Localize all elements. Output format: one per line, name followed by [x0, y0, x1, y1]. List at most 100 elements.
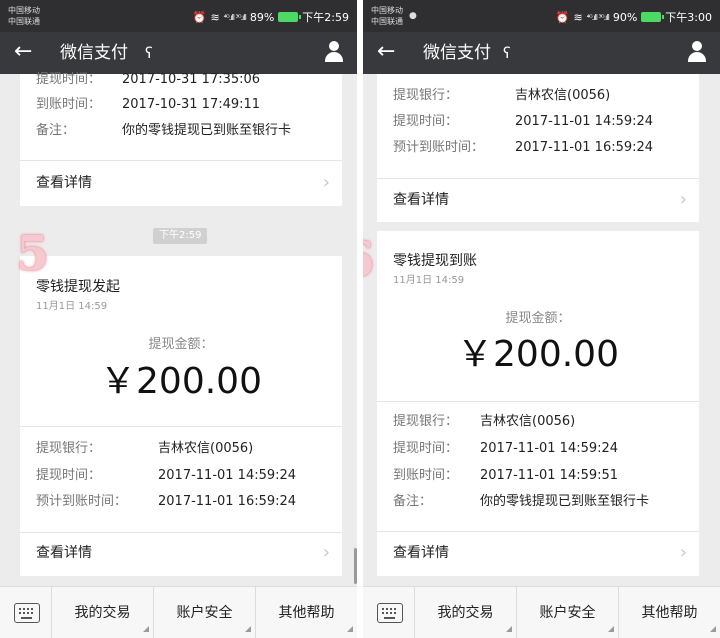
view-details-link[interactable]: 查看详情: [393, 543, 449, 563]
row-value: 吉林农信(0056): [158, 441, 254, 456]
user-icon[interactable]: [323, 40, 345, 64]
divider: [377, 401, 699, 402]
row-value: 吉林农信(0056): [480, 414, 576, 429]
battery-percent: 89%: [249, 10, 275, 24]
status-indicators: ⏰ ≋ ⁴ᴳ.ıll ³ᴳ.ıll 90% 下午3:00: [556, 9, 712, 25]
divider: [20, 426, 342, 427]
row-value: 吉林农信(0056): [515, 88, 611, 103]
timestamp-pill: 下午2:59: [153, 228, 208, 244]
menu-account-security[interactable]: 账户安全: [154, 587, 256, 638]
page-title: 微信支付: [60, 43, 128, 63]
row-label: 提现时间：: [393, 441, 459, 456]
card-title: 零钱提现到账: [393, 253, 477, 269]
left-phone-screen: 中国移动 中国联通 ⏰ ≋ ⁴ᴳ.ıll ³ᴳ.ıll 89% 下午2:59 ←…: [0, 0, 357, 638]
amount-label: 提现金额：: [148, 337, 214, 352]
menu-label: 账户安全: [176, 605, 233, 621]
chevron-right-icon: ›: [679, 542, 687, 563]
row-label: 提现时间：: [36, 468, 102, 483]
signal-icon: ⁴ᴳ.ıll ³ᴳ.ıll: [223, 12, 247, 22]
keyboard-icon[interactable]: [0, 587, 52, 638]
status-time: 下午3:00: [665, 11, 712, 24]
view-details-link[interactable]: 查看详情: [393, 190, 449, 210]
row-value: 2017-11-01 14:59:24: [480, 441, 619, 456]
menu-my-transactions[interactable]: 我的交易: [52, 587, 154, 638]
amount-value: ￥200.00: [100, 361, 262, 402]
row-label: 备注：: [393, 494, 433, 509]
row-label: 提现银行：: [393, 88, 459, 103]
row-label: 到账时间：: [36, 97, 102, 112]
row-label: 提现银行：: [36, 441, 102, 456]
view-details-link[interactable]: 查看详情: [36, 543, 92, 563]
row-label: 预计到账时间：: [393, 140, 485, 155]
menu-label: 其他帮助: [278, 605, 335, 621]
card-date: 11月1日 14:59: [393, 275, 465, 286]
carrier-1: 中国移动: [371, 6, 403, 15]
bottom-menu-bar: 我的交易 账户安全 其他帮助: [363, 586, 720, 638]
menu-other-help[interactable]: 其他帮助: [256, 587, 357, 638]
row-value: 2017-10-31 17:35:06: [122, 72, 261, 87]
row-value: 2017-11-01 14:59:24: [515, 114, 654, 129]
row-value: 2017-11-01 14:59:24: [158, 468, 297, 483]
card-date: 11月1日 14:59: [36, 301, 108, 312]
row-label: 提现时间：: [393, 114, 459, 129]
menu-label: 账户安全: [539, 605, 596, 621]
chevron-right-icon: ›: [679, 189, 687, 210]
view-details-link[interactable]: 查看详情: [36, 173, 92, 193]
menu-label: 其他帮助: [641, 605, 698, 621]
bottom-menu-bar: 我的交易 账户安全 其他帮助: [0, 586, 357, 638]
ear-icon[interactable]: ʕ: [503, 42, 511, 64]
row-value: 你的零钱提现已到账至银行卡: [480, 494, 650, 509]
row-value: 2017-10-31 17:49:11: [122, 97, 261, 112]
menu-account-security[interactable]: 账户安全: [517, 587, 619, 638]
status-indicators: ⏰ ≋ ⁴ᴳ.ıll ³ᴳ.ıll 89% 下午2:59: [193, 9, 349, 25]
divider: [20, 160, 342, 161]
step-number: 6: [363, 234, 374, 286]
carrier-names: 中国移动 中国联通: [8, 5, 40, 27]
status-time: 下午2:59: [302, 11, 349, 24]
carrier-names: 中国移动 中国联通: [371, 5, 403, 27]
nav-bar: ← 微信支付 ʕ: [0, 32, 357, 74]
keyboard-icon[interactable]: [363, 587, 415, 638]
menu-other-help[interactable]: 其他帮助: [619, 587, 720, 638]
back-arrow-icon[interactable]: ←: [377, 38, 395, 66]
row-label: 预计到账时间：: [36, 494, 128, 509]
chevron-right-icon: ›: [322, 172, 330, 193]
withdrawal-initiated-card: 零钱提现发起 11月1日 14:59 提现金额： ￥200.00 提现银行： 吉…: [20, 256, 342, 576]
previous-message-card: 提现银行： 吉林农信(0056) 提现时间： 2017-11-01 14:59:…: [377, 74, 699, 222]
row-label: 提现银行：: [393, 414, 459, 429]
status-bar: 中国移动 中国联通 ⏰ ≋ ⁴ᴳ.ıll ³ᴳ.ıll 89% 下午2:59: [0, 0, 357, 32]
row-value: 2017-11-01 16:59:24: [515, 140, 654, 155]
user-icon[interactable]: [686, 40, 708, 64]
page-title: 微信支付: [423, 43, 491, 63]
previous-message-card: 提现时间： 2017-10-31 17:35:06 到账时间： 2017-10-…: [20, 72, 342, 206]
nav-bar: ← 微信支付 ʕ: [363, 32, 720, 74]
carrier-2: 中国联通: [371, 17, 403, 26]
battery-percent: 90%: [612, 10, 638, 24]
menu-label: 我的交易: [74, 605, 131, 621]
signal-icon: ⁴ᴳ.ıll ³ᴳ.ıll: [586, 12, 610, 22]
row-value: 2017-11-01 14:59:51: [480, 468, 619, 483]
wifi-icon: ≋: [573, 10, 583, 24]
battery-icon: [278, 12, 302, 22]
divider: [20, 532, 342, 533]
ear-icon[interactable]: ʕ: [145, 42, 153, 64]
amount-value: ￥200.00: [457, 334, 619, 375]
row-value: 2017-11-01 16:59:24: [158, 494, 297, 509]
amount-label: 提现金额：: [505, 311, 571, 326]
divider: [377, 531, 699, 532]
alarm-icon: ⏰: [555, 10, 570, 24]
status-bar: 中国移动 中国联通 ● ⏰ ≋ ⁴ᴳ.ıll ³ᴳ.ıll 90% 下午3:00: [363, 0, 720, 32]
row-label: 备注：: [36, 123, 76, 138]
carrier-1: 中国移动: [8, 6, 40, 15]
battery-icon: [641, 12, 665, 22]
back-arrow-icon[interactable]: ←: [14, 38, 32, 66]
carrier-2: 中国联通: [8, 17, 40, 26]
scrollbar[interactable]: [354, 548, 357, 584]
message-icon: ●: [409, 11, 417, 21]
wifi-icon: ≋: [210, 10, 220, 24]
divider: [377, 178, 699, 179]
step-number: 5: [16, 226, 50, 282]
right-phone-screen: 中国移动 中国联通 ● ⏰ ≋ ⁴ᴳ.ıll ³ᴳ.ıll 90% 下午3:00…: [363, 0, 720, 638]
row-label: 提现时间：: [36, 72, 102, 87]
menu-my-transactions[interactable]: 我的交易: [415, 587, 517, 638]
